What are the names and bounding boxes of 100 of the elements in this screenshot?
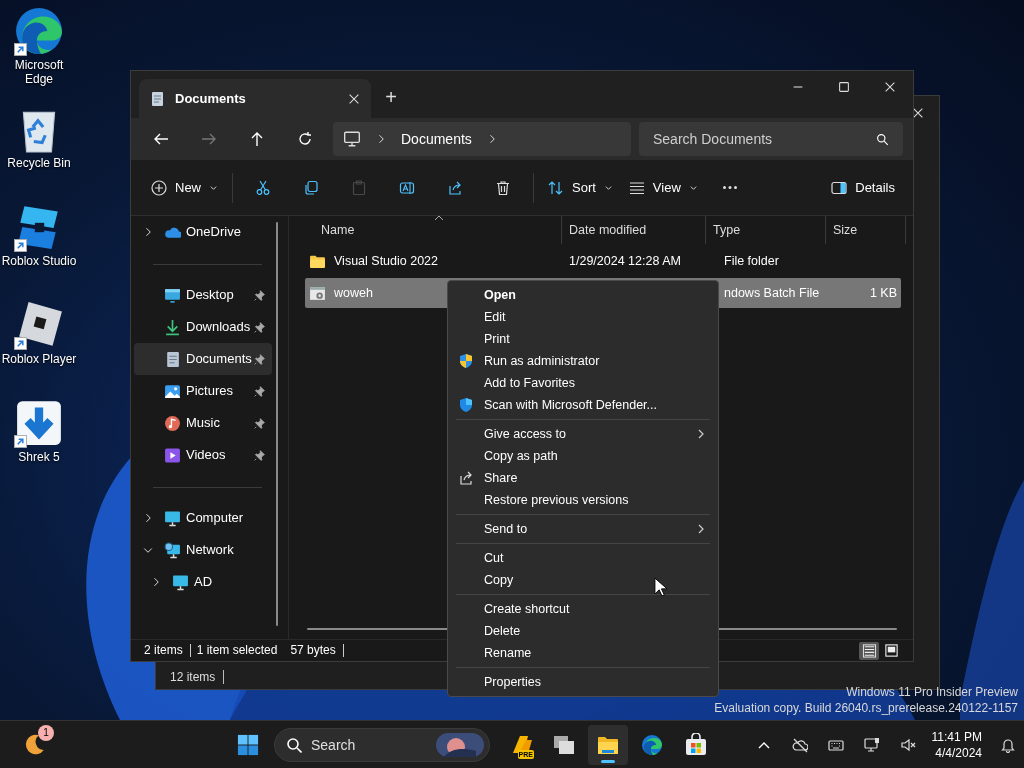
clock[interactable]: 11:41 PM 4/4/2024	[931, 728, 982, 761]
menu-item[interactable]: Rename	[452, 642, 714, 664]
nav-label: Computer	[186, 509, 244, 528]
nav-label: Desktop	[186, 286, 234, 305]
more-icon	[721, 186, 738, 189]
back-arrow-icon[interactable]	[153, 131, 169, 147]
menu-item[interactable]: Properties	[452, 671, 714, 693]
list-icon	[861, 643, 877, 658]
breadcrumb[interactable]: Documents	[401, 128, 472, 150]
status-text: 57 bytes	[290, 644, 344, 657]
column-header[interactable]: Size	[826, 216, 906, 244]
dropdown-caret-icon	[603, 183, 613, 192]
nav-item[interactable]: Desktop	[134, 279, 272, 311]
nav-label: Network	[186, 541, 234, 560]
watermark-text: Evaluation copy. Build 26040.rs_prerelease.240122-1157	[714, 700, 1018, 716]
new-button[interactable]: New	[143, 169, 226, 206]
search-icon	[876, 133, 889, 146]
picture-icon	[164, 382, 181, 400]
status-text: 2 items	[144, 644, 191, 657]
menu-item[interactable]: Create shortcut	[452, 598, 714, 620]
column-header[interactable]: Type	[706, 216, 826, 244]
shortcut-arrow-icon	[14, 337, 27, 350]
nav-item[interactable]: Network	[134, 534, 272, 566]
menu-item[interactable]: Scan with Microsoft Defender...	[452, 394, 714, 416]
speaker-muted-icon[interactable]	[899, 736, 916, 753]
edge-logo-icon[interactable]	[14, 6, 64, 56]
share-icon	[447, 179, 463, 196]
nav-item[interactable]: Music	[134, 407, 272, 439]
close-icon[interactable]	[911, 106, 925, 120]
nav-label: Documents	[186, 350, 252, 369]
desktop-icon-label[interactable]: Recycle Bin	[7, 156, 71, 170]
rename-icon	[399, 179, 415, 196]
desktop-icon	[164, 286, 181, 304]
menu-item[interactable]: Run as administrator	[452, 350, 714, 372]
column-header[interactable]: Date modified	[562, 216, 706, 244]
menu-item[interactable]: Delete	[452, 620, 714, 642]
sort-button[interactable]: Sort	[540, 169, 621, 206]
file-row[interactable]: Visual Studio 2022 1/29/2024 12:28 AM File folder	[305, 246, 901, 276]
window-tab[interactable]: Documents	[139, 79, 371, 118]
tiles-icon	[883, 643, 899, 658]
desktop-icon-label[interactable]: Roblox Studio	[1, 254, 77, 268]
monitor-icon	[343, 130, 361, 148]
nav-item[interactable]: Computer	[134, 502, 272, 534]
menu-item[interactable]: Give access to	[452, 423, 714, 445]
refresh-icon[interactable]	[297, 131, 313, 147]
nav-item[interactable]: Downloads	[134, 311, 272, 343]
view-button[interactable]: View	[620, 169, 706, 206]
details-view-button[interactable]	[859, 641, 879, 660]
desktop-icon-label[interactable]: Roblox Player	[1, 352, 77, 366]
nav-item[interactable]: Documents	[134, 343, 272, 375]
watermark-text: Windows 11 Pro Insider Preview	[845, 684, 1018, 700]
sort-icon	[548, 179, 564, 196]
nav-item[interactable]: OneDrive	[134, 216, 272, 248]
nav-label: Downloads	[186, 318, 251, 337]
shield-icon	[458, 353, 474, 369]
shortcut-arrow-icon	[14, 239, 27, 252]
column-header[interactable]: Name	[289, 216, 562, 244]
nav-item[interactable]: AD	[134, 566, 272, 598]
monitor-icon	[164, 509, 181, 527]
menu-item[interactable]: Add to Favorites	[452, 372, 714, 394]
up-arrow-icon[interactable]	[249, 131, 265, 147]
file-explorer-button[interactable]	[588, 724, 628, 765]
nav-item[interactable]: Pictures	[134, 375, 272, 407]
list-icon	[628, 179, 645, 196]
details-button[interactable]: Details	[823, 169, 903, 206]
menu-item[interactable]: Restore previous versions	[452, 489, 714, 511]
pointer-cursor-icon	[654, 577, 668, 597]
close-icon[interactable]	[883, 80, 897, 94]
document-icon	[149, 90, 165, 107]
nav-label: Pictures	[186, 382, 233, 401]
notification-badge: 1	[38, 724, 54, 741]
nav-label: AD	[194, 573, 213, 592]
menu-item[interactable]: Share	[452, 467, 714, 489]
search-field[interactable]: Search Documents	[639, 122, 903, 156]
menu-item[interactable]: Print	[452, 328, 714, 350]
cut-icon	[255, 179, 271, 196]
download-icon	[164, 318, 181, 336]
status-text: 1 item selected	[196, 644, 279, 657]
dropdown-caret-icon	[209, 183, 218, 192]
bell-icon[interactable]	[1000, 736, 1016, 753]
menu-item[interactable]: Copy as path	[452, 445, 714, 467]
share-icon	[458, 470, 474, 486]
music-icon	[164, 414, 181, 432]
monitor-icon[interactable]	[863, 736, 880, 753]
windows-logo-icon	[237, 733, 259, 756]
browser-logo-icon	[640, 732, 664, 757]
nav-item[interactable]: Videos	[134, 439, 272, 471]
new-tab-button[interactable]: +	[371, 79, 411, 115]
menu-item[interactable]: Copy	[452, 569, 714, 591]
menu-item[interactable]: Open	[452, 284, 714, 306]
menu-item[interactable]: Edit	[452, 306, 714, 328]
menu-item[interactable]: Send to	[452, 518, 714, 540]
address-bar[interactable]: Documents	[333, 122, 631, 156]
clock-time: 11:41 PM	[931, 728, 982, 745]
player-logo-icon[interactable]	[14, 300, 64, 350]
menu-item[interactable]: Cut	[452, 547, 714, 569]
desktop-icon-label[interactable]: Shrek 5	[18, 450, 60, 464]
desktop-icon-label[interactable]: Microsoft Edge	[9, 58, 69, 86]
maximize-icon[interactable]	[837, 80, 851, 94]
cloud-off-icon[interactable]	[791, 736, 808, 753]
